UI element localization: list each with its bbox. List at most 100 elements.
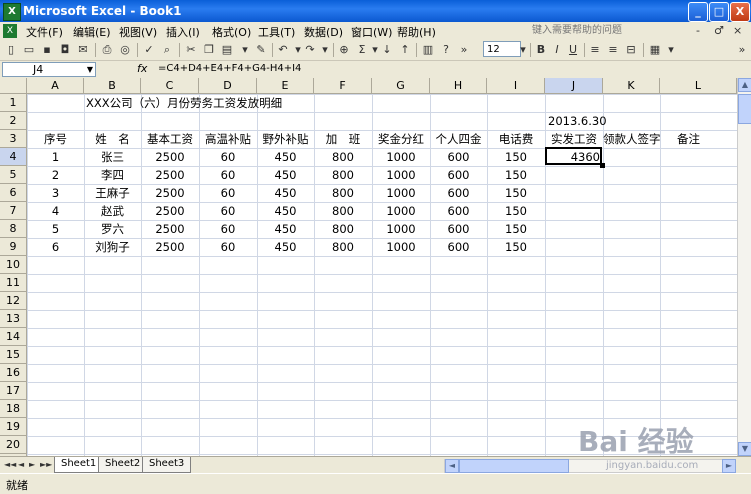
spelling-icon[interactable]: ✓ [142,43,156,57]
hyperlink-icon[interactable]: ⊕ [337,43,351,57]
data-cell[interactable]: 2500 [141,238,199,256]
data-cell[interactable]: 2500 [141,166,199,184]
data-cell[interactable]: 450 [257,220,314,238]
fill-handle[interactable] [600,163,605,168]
data-cell[interactable]: 1 [27,148,84,166]
data-cell[interactable]: 60 [199,148,257,166]
data-cell[interactable]: 60 [199,184,257,202]
paste-dropdown-icon[interactable]: ▾ [238,43,252,57]
data-cell[interactable]: 罗六 [84,220,141,238]
toolbar-options-icon[interactable]: » [457,43,471,57]
data-cell[interactable]: 1000 [372,184,430,202]
minimize-button[interactable]: _ [688,2,708,22]
data-cell[interactable]: 李四 [84,166,141,184]
data-cell[interactable]: 60 [199,202,257,220]
row-header[interactable]: 7 [0,202,27,220]
research-icon[interactable]: ⌕ [160,43,174,57]
data-cell[interactable]: 150 [487,202,545,220]
toolbar-options-icon[interactable]: » [735,43,749,57]
column-header[interactable]: K [603,78,660,94]
column-header[interactable]: E [257,78,314,94]
print-icon[interactable]: ⎙ [100,43,114,57]
menu-format[interactable]: 格式(O) [212,24,251,40]
row-header[interactable]: 8 [0,220,27,238]
column-header[interactable]: C [141,78,199,94]
italic-button[interactable]: I [550,43,564,57]
tab-sheet1[interactable]: Sheet1 [54,457,104,473]
select-all-button[interactable] [0,78,27,94]
prev-sheet-icon[interactable]: ◄ [18,460,24,469]
data-cell[interactable]: 150 [487,148,545,166]
menu-data[interactable]: 数据(D) [304,24,343,40]
header-cell[interactable]: 基本工资 [141,130,199,148]
scroll-thumb[interactable] [738,94,751,124]
data-cell[interactable]: 600 [430,184,487,202]
data-cell[interactable]: 150 [487,184,545,202]
last-sheet-icon[interactable]: ►► [40,460,52,469]
chart-wizard-icon[interactable]: ▥ [421,43,435,57]
row-header[interactable]: 9 [0,238,27,256]
data-cell[interactable]: 1000 [372,220,430,238]
data-cell[interactable]: 1000 [372,238,430,256]
column-header[interactable]: L [660,78,737,94]
data-cell[interactable]: 600 [430,202,487,220]
row-header[interactable]: 14 [0,328,27,346]
sort-descending-icon[interactable]: ↑ [398,43,412,57]
menu-window[interactable]: 窗口(W) [351,24,392,40]
header-cell[interactable]: 加 班 [314,130,372,148]
bold-button[interactable]: B [534,43,548,57]
data-cell[interactable]: 2500 [141,220,199,238]
data-cell[interactable]: 4 [27,202,84,220]
row-header[interactable]: 11 [0,274,27,292]
save-icon[interactable]: ▪ [40,43,54,57]
name-box[interactable]: J4 ▼ [2,62,96,77]
scroll-left-icon[interactable]: ◄ [445,459,459,473]
row-header[interactable]: 18 [0,400,27,418]
column-header[interactable]: D [199,78,257,94]
data-cell[interactable]: 3 [27,184,84,202]
align-left-icon[interactable]: ≡ [588,43,602,57]
menu-file[interactable]: 文件(F) [26,24,63,40]
hscroll-thumb[interactable] [459,459,569,473]
doc-close-button[interactable]: × [733,24,742,37]
column-header-selected[interactable]: J [545,78,603,94]
data-cell[interactable]: 6 [27,238,84,256]
header-cell[interactable]: 姓 名 [84,130,141,148]
data-cell[interactable]: 800 [314,202,372,220]
redo-icon[interactable]: ↷ [303,43,317,57]
data-cell[interactable]: 2500 [141,148,199,166]
close-button[interactable]: X [730,2,750,22]
data-cell[interactable]: 450 [257,184,314,202]
help-icon[interactable]: ? [439,43,453,57]
data-cell[interactable]: 王麻子 [84,184,141,202]
new-icon[interactable]: ▯ [4,43,18,57]
row-header[interactable]: 2 [0,112,27,130]
data-cell[interactable]: 450 [257,238,314,256]
column-header[interactable]: G [372,78,430,94]
row-header[interactable]: 3 [0,130,27,148]
menu-help[interactable]: 帮助(H) [397,24,436,40]
column-header[interactable]: I [487,78,545,94]
scroll-up-icon[interactable]: ▲ [738,78,751,92]
redo-dropdown-icon[interactable]: ▾ [318,43,332,57]
data-cell[interactable]: 800 [314,184,372,202]
data-cell[interactable]: 2500 [141,202,199,220]
worksheet-grid[interactable]: A B C D E F G H I J K L 1 2 3 4 5 6 7 8 … [0,78,737,456]
column-header[interactable]: H [430,78,487,94]
data-cell[interactable]: 150 [487,220,545,238]
menu-tools[interactable]: 工具(T) [258,24,295,40]
header-cell[interactable]: 电话费 [487,130,545,148]
scroll-right-icon[interactable]: ► [722,459,736,473]
data-cell[interactable]: 2500 [141,184,199,202]
vertical-scrollbar[interactable]: ▲ ▼ [737,78,751,456]
header-cell[interactable]: 奖金分红 [372,130,430,148]
data-cell[interactable]: 600 [430,220,487,238]
underline-button[interactable]: U [566,43,580,57]
permission-icon[interactable]: ◘ [58,43,72,57]
header-cell[interactable]: 野外补贴 [257,130,314,148]
header-cell[interactable]: 个人四金 [430,130,487,148]
data-cell[interactable]: 800 [314,166,372,184]
data-cell[interactable]: 150 [487,238,545,256]
tab-sheet2[interactable]: Sheet2 [98,457,148,473]
data-cell[interactable]: 800 [314,148,372,166]
